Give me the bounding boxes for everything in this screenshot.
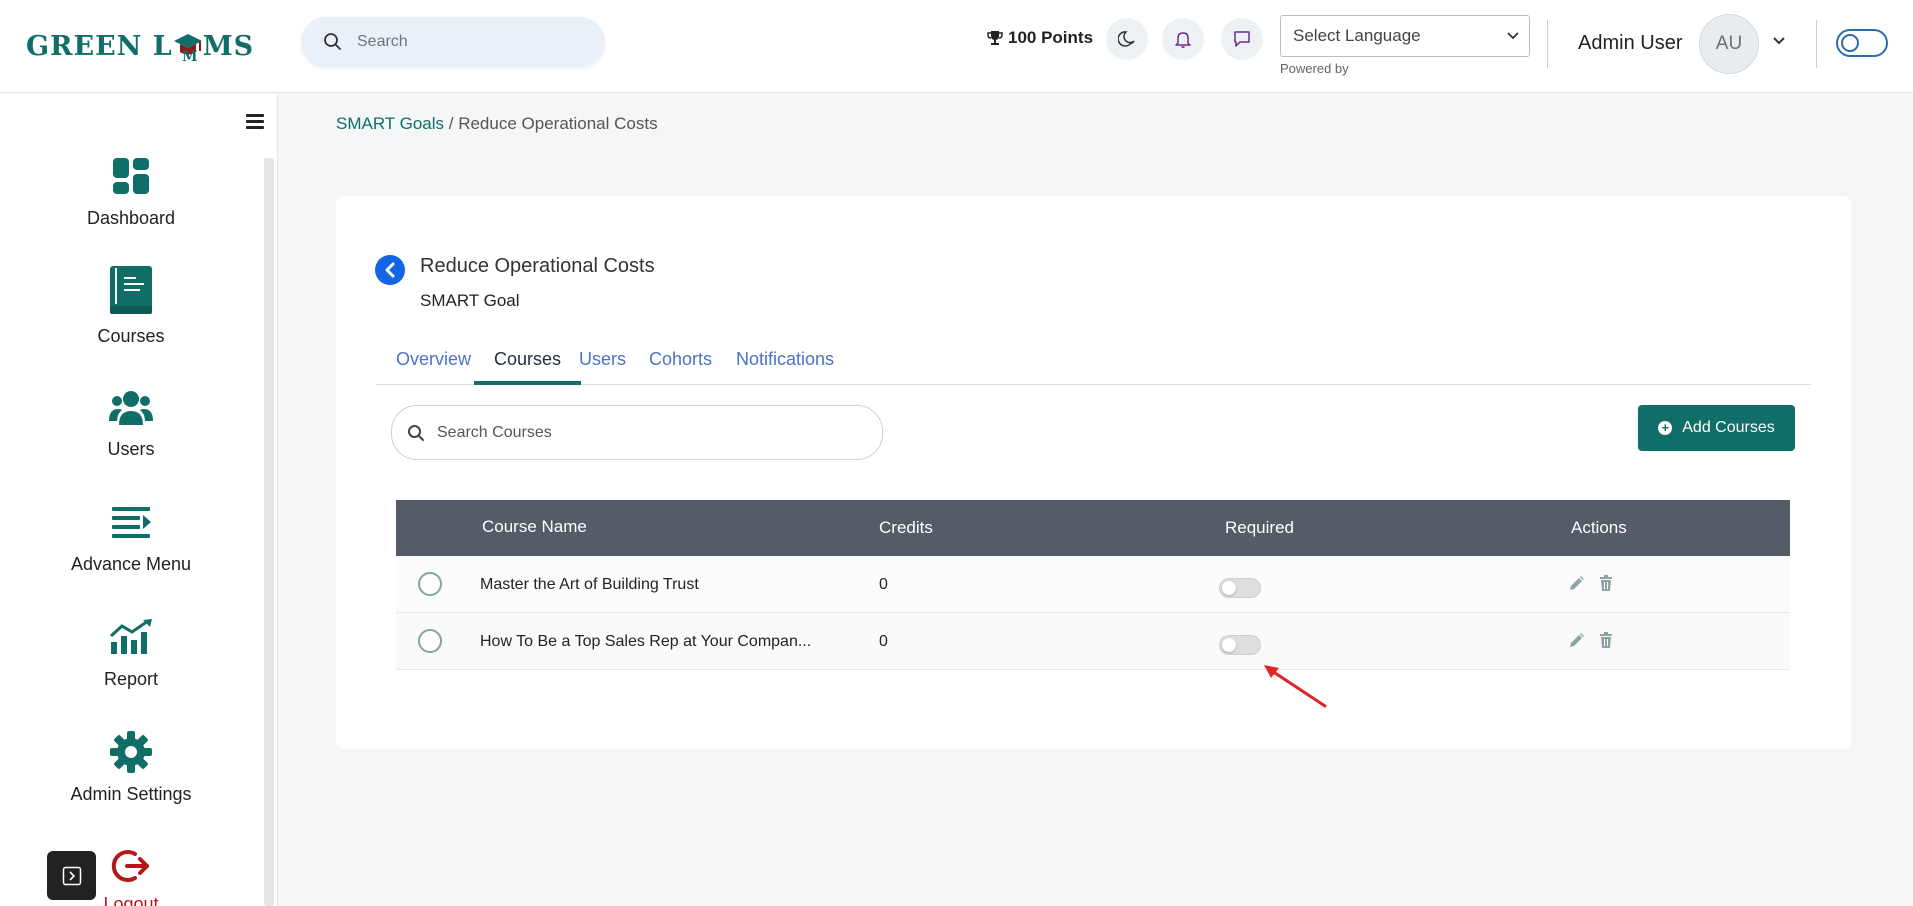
sidebar-item-users[interactable]: Users bbox=[0, 383, 262, 460]
powered-by-label: Powered by bbox=[1280, 61, 1349, 76]
bell-icon bbox=[1175, 32, 1191, 48]
report-icon bbox=[109, 619, 152, 654]
row-select-radio[interactable] bbox=[418, 572, 442, 596]
sidebar-item-label: Admin Settings bbox=[70, 784, 192, 804]
table-row: Master the Art of Building Trust 0 bbox=[396, 556, 1790, 613]
top-header: GREEN L M MS 100 Points bbox=[0, 0, 1913, 93]
console-toggle-button[interactable] bbox=[47, 851, 96, 900]
plus-circle-icon: + bbox=[1658, 421, 1673, 435]
dashboard-icon bbox=[113, 158, 149, 194]
table-row: How To Be a Top Sales Rep at Your Compan… bbox=[396, 613, 1790, 670]
gear-icon bbox=[110, 731, 152, 773]
required-toggle[interactable] bbox=[1219, 635, 1261, 655]
user-menu-chevron-icon[interactable] bbox=[1772, 36, 1786, 46]
sidebar-item-label: Dashboard bbox=[86, 208, 176, 228]
course-search[interactable] bbox=[391, 405, 883, 460]
add-courses-label: Add Courses bbox=[1682, 419, 1775, 436]
sidebar-item-admin-settings[interactable]: Admin Settings bbox=[0, 728, 262, 805]
trash-icon[interactable] bbox=[1598, 631, 1614, 649]
sidebar-item-label: Report bbox=[103, 669, 159, 689]
logo-text-right: MS bbox=[202, 30, 255, 62]
course-credits: 0 bbox=[879, 633, 888, 650]
course-name: Master the Art of Building Trust bbox=[480, 576, 699, 593]
annotation-arrow-icon bbox=[1264, 665, 1327, 708]
messages-button[interactable] bbox=[1221, 18, 1263, 60]
menu-icon bbox=[112, 507, 151, 538]
expand-panel-icon bbox=[62, 866, 81, 885]
column-header-course-name[interactable]: Course Name bbox=[482, 517, 587, 537]
book-icon bbox=[110, 266, 152, 314]
global-search-input[interactable] bbox=[357, 33, 577, 51]
trash-icon[interactable] bbox=[1598, 574, 1614, 592]
goal-detail-card: Reduce Operational Costs SMART Goal Over… bbox=[336, 196, 1851, 749]
column-header-credits[interactable]: Credits bbox=[879, 518, 933, 538]
avatar[interactable]: AU bbox=[1699, 14, 1759, 74]
column-header-actions: Actions bbox=[1571, 518, 1627, 537]
sidebar-item-dashboard[interactable]: Dashboard bbox=[0, 152, 262, 229]
hamburger-menu-icon[interactable] bbox=[246, 114, 264, 129]
edit-pencil-icon[interactable] bbox=[1568, 574, 1584, 592]
course-search-input[interactable] bbox=[437, 423, 837, 442]
svg-text:M: M bbox=[182, 49, 198, 63]
trophy-icon bbox=[987, 31, 1003, 45]
search-icon bbox=[324, 33, 341, 50]
row-select-radio[interactable] bbox=[418, 629, 442, 653]
chevron-down-icon bbox=[1507, 32, 1519, 40]
users-icon bbox=[109, 391, 153, 425]
sidebar-item-logout[interactable]: Logout bbox=[0, 846, 262, 906]
sidebar-item-advance-menu[interactable]: Advance Menu bbox=[0, 498, 262, 575]
chevron-left-icon bbox=[385, 262, 395, 278]
sidebar-item-label: Courses bbox=[97, 326, 165, 346]
header-divider-2 bbox=[1816, 20, 1817, 68]
breadcrumb-link-smart-goals[interactable]: SMART Goals bbox=[336, 114, 444, 133]
course-credits: 0 bbox=[879, 576, 888, 593]
language-select[interactable]: Select Language bbox=[1280, 15, 1530, 57]
breadcrumb: SMART Goals / Reduce Operational Costs bbox=[336, 114, 658, 134]
add-courses-button[interactable]: + Add Courses bbox=[1638, 405, 1795, 451]
moon-icon bbox=[1118, 31, 1135, 47]
page-title: Reduce Operational Costs bbox=[420, 255, 655, 277]
courses-table: Course Name Credits Required Actions Mas… bbox=[396, 500, 1790, 670]
sidebar-item-report[interactable]: Report bbox=[0, 613, 262, 690]
theme-toggle-knob bbox=[1841, 34, 1859, 52]
sidebar-item-courses[interactable]: Courses bbox=[0, 262, 262, 347]
required-toggle-knob bbox=[1222, 638, 1236, 652]
theme-toggle[interactable] bbox=[1836, 29, 1888, 57]
required-toggle[interactable] bbox=[1219, 578, 1261, 598]
logo-text-left: GREEN L bbox=[26, 30, 173, 62]
logo[interactable]: GREEN L M MS bbox=[26, 26, 254, 66]
sidebar-item-label: Advance Menu bbox=[70, 554, 192, 574]
language-select-value: Select Language bbox=[1293, 26, 1421, 45]
chat-icon bbox=[1234, 31, 1250, 47]
breadcrumb-current: Reduce Operational Costs bbox=[458, 114, 658, 133]
edit-pencil-icon[interactable] bbox=[1568, 631, 1584, 649]
avatar-initials: AU bbox=[1715, 33, 1743, 54]
table-header: Course Name Credits Required Actions bbox=[396, 500, 1790, 556]
column-header-required: Required bbox=[1225, 518, 1294, 537]
graduation-cap-icon: M bbox=[173, 34, 202, 63]
page-subtitle: SMART Goal bbox=[420, 291, 520, 310]
sidebar-item-label: Logout bbox=[103, 894, 159, 906]
notifications-button[interactable] bbox=[1162, 18, 1204, 60]
sidebar: Dashboard Courses Users Advance Menu Rep… bbox=[0, 94, 278, 906]
global-search[interactable] bbox=[301, 17, 605, 67]
points-label: 100 Points bbox=[1008, 28, 1094, 47]
required-toggle-knob bbox=[1222, 581, 1236, 595]
user-name[interactable]: Admin User bbox=[1578, 32, 1682, 55]
logout-icon bbox=[111, 850, 149, 882]
back-button[interactable] bbox=[375, 255, 405, 285]
tab-bar: Overview Courses Users Cohorts Notificat… bbox=[376, 342, 1811, 385]
sidebar-scrollbar[interactable] bbox=[264, 158, 274, 906]
search-icon bbox=[408, 424, 424, 441]
breadcrumb-separator: / bbox=[444, 114, 459, 133]
tab-notifications[interactable]: Notifications bbox=[716, 342, 854, 385]
course-name: How To Be a Top Sales Rep at Your Compan… bbox=[480, 633, 812, 650]
header-divider bbox=[1547, 20, 1548, 68]
points-display[interactable]: 100 Points bbox=[987, 26, 1093, 50]
sidebar-item-label: Users bbox=[107, 439, 155, 459]
dark-mode-button[interactable] bbox=[1106, 18, 1148, 60]
